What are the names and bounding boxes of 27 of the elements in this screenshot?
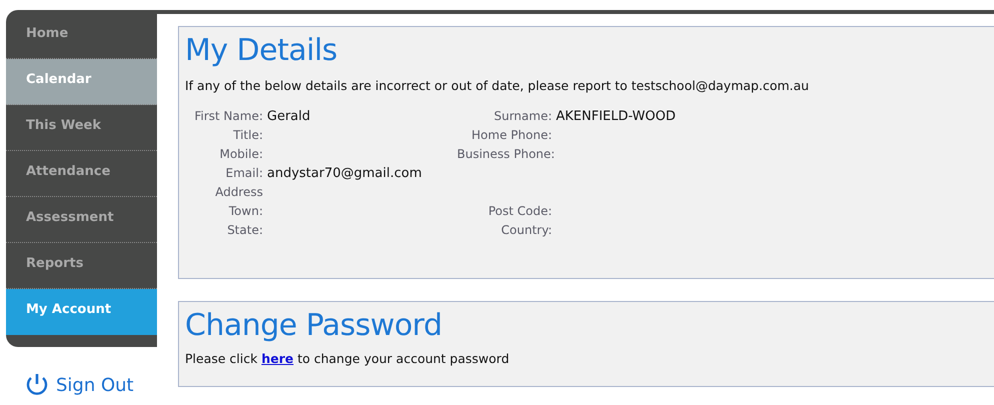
nav-item[interactable]: Attendance [6, 151, 157, 197]
field-label: State: [226, 222, 263, 239]
nav-item[interactable]: My Account [6, 289, 157, 335]
notice-text: If any of the below details are incorrect or out of date, please report to testschool@daymap.com.au [185, 78, 810, 93]
nav-item[interactable]: Assessment [6, 197, 157, 243]
field-value: andystar70@gmail.com [267, 166, 422, 181]
field-label: Business Phone: [457, 147, 555, 161]
field-label: First Name: [193, 108, 263, 125]
field-label: Address [214, 184, 263, 201]
field-label: Country: [501, 223, 552, 237]
field-label: Town: [228, 203, 263, 220]
field-label: Mobile: [218, 146, 263, 163]
field-label: Surname: [494, 109, 552, 123]
power-icon [24, 373, 50, 397]
field-label: Email: [224, 165, 263, 182]
field-value: AKENFIELD-WOOD [556, 109, 676, 124]
sign-out-link[interactable]: Sign Out [56, 374, 134, 396]
field-value: Gerald [267, 109, 310, 124]
field-label: Post Code: [488, 204, 552, 218]
field-label: Title: [232, 127, 263, 144]
section-title: My Details [185, 33, 338, 68]
here-link[interactable]: here [261, 351, 294, 366]
section-title: Change Password [185, 308, 444, 343]
password-text: Please click here to change your account password [185, 351, 510, 366]
field-label: Home Phone: [472, 128, 552, 142]
nav-item[interactable]: This Week [6, 105, 157, 151]
nav-item[interactable]: Calendar [6, 59, 157, 105]
